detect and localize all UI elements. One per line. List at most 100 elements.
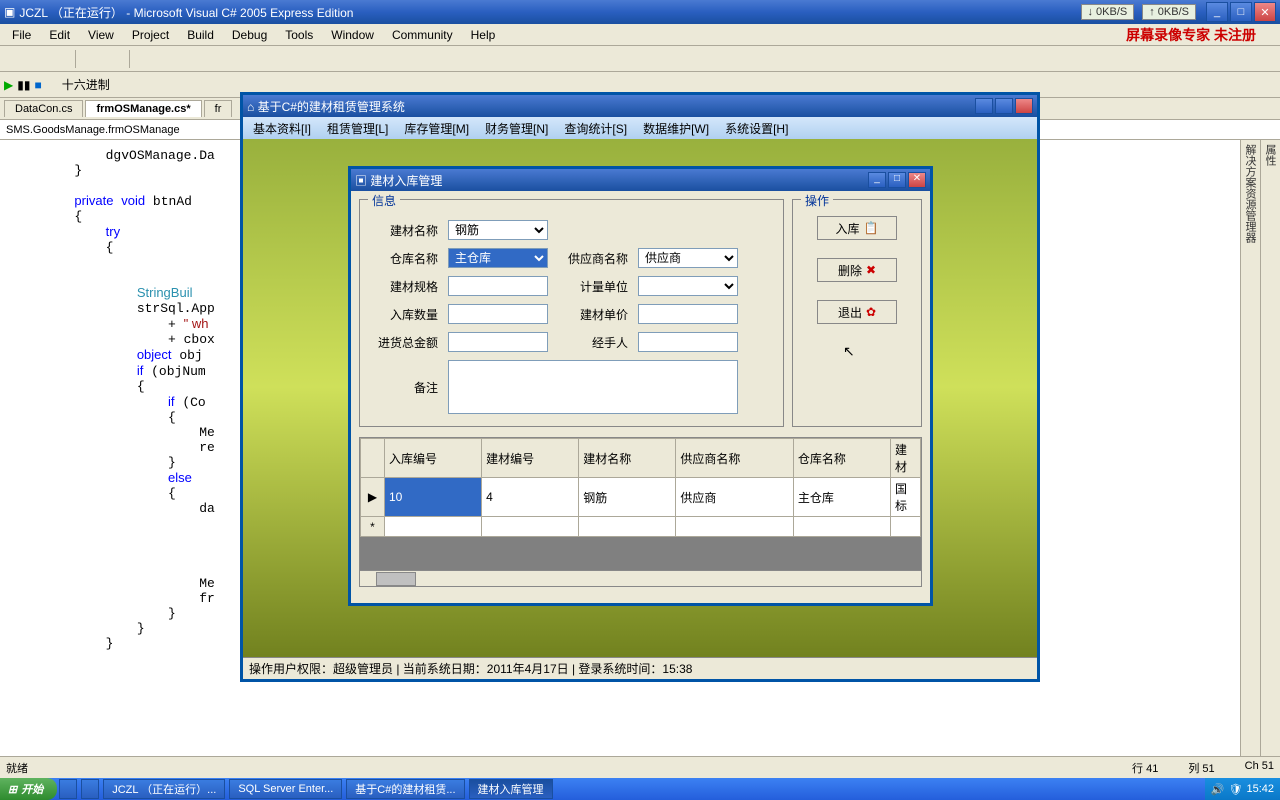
- quicklaunch-item[interactable]: [81, 779, 99, 799]
- unit-select[interactable]: [638, 276, 738, 296]
- label-supplier: 供应商名称: [558, 250, 628, 267]
- menu-view[interactable]: View: [80, 26, 122, 44]
- minimize-button[interactable]: _: [1206, 2, 1228, 22]
- app-menu-basic[interactable]: 基本资料[I]: [247, 118, 317, 139]
- app-menu-rental[interactable]: 租赁管理[L]: [321, 118, 394, 139]
- grid-col-matname[interactable]: 建材名称: [579, 439, 676, 478]
- menu-edit[interactable]: Edit: [41, 26, 78, 44]
- scrollbar-thumb[interactable]: [376, 572, 416, 586]
- app-titlebar: ⌂ 基于C#的建材租赁管理系统: [243, 95, 1037, 117]
- cell-supplier[interactable]: 供应商: [676, 478, 794, 517]
- stop-button[interactable]: ■: [34, 78, 41, 92]
- tray-icon[interactable]: 🔊: [1211, 783, 1225, 796]
- info-groupbox: 信息 建材名称 钢筋 仓库名称 主仓库 供应商名称 供应商 建材规格 计量单位 …: [359, 199, 784, 427]
- quicklaunch-item[interactable]: [59, 779, 77, 799]
- maximize-button[interactable]: □: [1230, 2, 1252, 22]
- net-down-stat: ↓ 0KB/S: [1081, 4, 1135, 20]
- cell-ext[interactable]: 国标: [891, 478, 921, 517]
- tab-frmosmanage[interactable]: frmOSManage.cs*: [85, 100, 201, 117]
- label-total: 进货总金额: [368, 334, 438, 351]
- menu-help[interactable]: Help: [463, 26, 504, 44]
- in-icon: 📋: [864, 221, 879, 235]
- recorder-watermark: 屏幕录像专家 未注册: [1126, 25, 1276, 45]
- vs-app-icon: ▣: [4, 5, 15, 19]
- crumb-text: SMS.GoodsManage.frmOSManage: [6, 124, 180, 136]
- pause-button[interactable]: ▮▮: [17, 78, 30, 92]
- tab-other[interactable]: fr: [204, 100, 233, 117]
- delete-button[interactable]: 删除✖: [817, 258, 897, 282]
- menu-project[interactable]: Project: [124, 26, 177, 44]
- task-item-sqlserver[interactable]: SQL Server Enter...: [229, 779, 342, 799]
- app-menu-system[interactable]: 系统设置[H]: [719, 118, 794, 139]
- menu-debug[interactable]: Debug: [224, 26, 275, 44]
- toolbar-button[interactable]: [104, 49, 124, 69]
- app-menu-stock[interactable]: 库存管理[M]: [398, 118, 475, 139]
- app-minimize-button[interactable]: [975, 98, 993, 114]
- system-tray[interactable]: 🔊 🛡 15:42: [1205, 778, 1280, 800]
- toolbar-button[interactable]: [135, 49, 155, 69]
- total-input[interactable]: [448, 332, 548, 352]
- run-button[interactable]: ▶: [4, 78, 13, 92]
- menu-build[interactable]: Build: [179, 26, 222, 44]
- grid-new-row[interactable]: *: [361, 517, 921, 537]
- task-item-rentalapp[interactable]: 基于C#的建材租赁...: [346, 779, 464, 799]
- cell-inno[interactable]: 10: [385, 478, 482, 517]
- dlg-maximize-button[interactable]: □: [888, 172, 906, 188]
- tray-icon[interactable]: 🛡: [1229, 783, 1243, 796]
- cell-matname[interactable]: 钢筋: [579, 478, 676, 517]
- dlg-minimize-button[interactable]: _: [868, 172, 886, 188]
- stock-in-button[interactable]: 入库📋: [817, 216, 897, 240]
- grid-col-inno[interactable]: 入库编号: [385, 439, 482, 478]
- cell-warehouse[interactable]: 主仓库: [793, 478, 890, 517]
- spec-input[interactable]: [448, 276, 548, 296]
- toolbar-button[interactable]: [27, 49, 47, 69]
- properties-tab[interactable]: 属性: [1260, 140, 1280, 756]
- label-warehouse: 仓库名称: [368, 250, 438, 267]
- label-spec: 建材规格: [368, 278, 438, 295]
- app-close-button[interactable]: [1015, 98, 1033, 114]
- grid-col-supplier[interactable]: 供应商名称: [676, 439, 794, 478]
- menu-community[interactable]: Community: [384, 26, 461, 44]
- dlg-icon: ▣: [355, 174, 367, 188]
- grid-col-ext[interactable]: 建材: [891, 439, 921, 478]
- stock-grid[interactable]: 入库编号 建材编号 建材名称 供应商名称 仓库名称 建材 ▶ 10 4 钢筋 供…: [359, 437, 922, 587]
- warehouse-select[interactable]: 主仓库: [448, 248, 548, 268]
- app-maximize-button[interactable]: [995, 98, 1013, 114]
- solution-explorer-tab[interactable]: 解决方案资源管理器: [1240, 140, 1260, 756]
- dlg-close-button[interactable]: ✕: [908, 172, 926, 188]
- info-legend: 信息: [368, 192, 400, 209]
- material-name-select[interactable]: 钢筋: [448, 220, 548, 240]
- menu-window[interactable]: Window: [323, 26, 382, 44]
- close-button[interactable]: ✕: [1254, 2, 1276, 22]
- remark-textarea[interactable]: [448, 360, 738, 414]
- price-input[interactable]: [638, 304, 738, 324]
- ops-legend: 操作: [801, 192, 833, 209]
- status-col: 列 51: [1188, 760, 1214, 776]
- toolbar-button[interactable]: [4, 49, 24, 69]
- grid-col-warehouse[interactable]: 仓库名称: [793, 439, 890, 478]
- menu-tools[interactable]: Tools: [277, 26, 321, 44]
- qty-input[interactable]: [448, 304, 548, 324]
- task-item-stockin[interactable]: 建材入库管理: [469, 779, 553, 799]
- supplier-select[interactable]: 供应商: [638, 248, 738, 268]
- exit-button[interactable]: 退出✿: [817, 300, 897, 324]
- grid-hscrollbar[interactable]: [360, 570, 921, 586]
- task-item-jczl[interactable]: JCZL （正在运行）...: [103, 779, 225, 799]
- app-menu-finance[interactable]: 财务管理[N]: [479, 118, 554, 139]
- handler-input[interactable]: [638, 332, 738, 352]
- toolbar-button[interactable]: [81, 49, 101, 69]
- start-button[interactable]: ⊞开始: [0, 778, 57, 800]
- vs-titlebar: ▣JCZL （正在运行） - Microsoft Visual C# 2005 …: [0, 0, 1280, 24]
- app-menu-query[interactable]: 查询统计[S]: [558, 118, 633, 139]
- toolbar-button[interactable]: [158, 49, 178, 69]
- tab-datacon[interactable]: DataCon.cs: [4, 100, 83, 117]
- app-menu-data[interactable]: 数据维护[W]: [637, 118, 715, 139]
- toolbar-button[interactable]: [50, 49, 70, 69]
- grid-col-matno[interactable]: 建材编号: [482, 439, 579, 478]
- label-price: 建材单价: [558, 306, 628, 323]
- toolbar-button[interactable]: [181, 49, 201, 69]
- grid-row[interactable]: ▶ 10 4 钢筋 供应商 主仓库 国标: [361, 478, 921, 517]
- tray-clock: 15:42: [1246, 783, 1274, 795]
- menu-file[interactable]: File: [4, 26, 39, 44]
- cell-matno[interactable]: 4: [482, 478, 579, 517]
